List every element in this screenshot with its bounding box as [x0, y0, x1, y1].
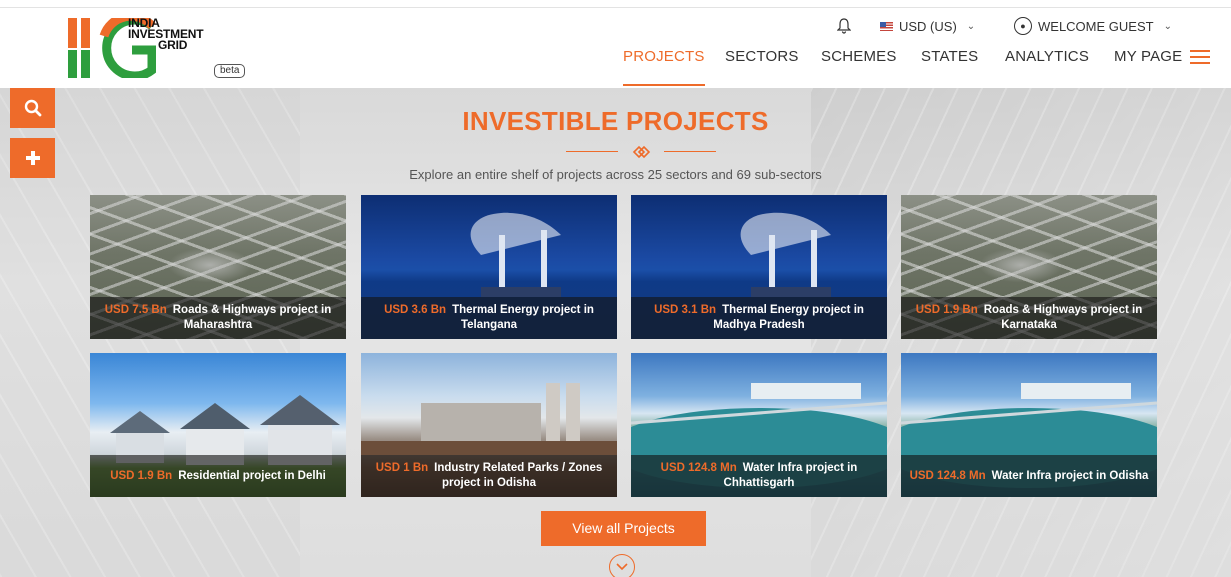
logo-bar-orange — [68, 18, 77, 48]
project-amount: USD 1 Bn — [375, 462, 429, 474]
project-card[interactable]: USD 1 Bn Industry Related Parks / Zones p… — [361, 353, 617, 497]
project-caption: USD 124.8 Mn Water Infra project in Chhat… — [631, 455, 887, 497]
currency-selector[interactable]: USD (US) ⌄ — [880, 16, 975, 36]
project-card[interactable]: USD 3.1 Bn Thermal Energy project in Madh… — [631, 195, 887, 339]
nav-sectors[interactable]: SECTORS — [725, 46, 799, 86]
user-icon: ● — [1014, 17, 1032, 35]
bell-icon — [837, 18, 851, 34]
nav-my-page[interactable]: MY PAGE — [1114, 46, 1182, 86]
project-amount: USD 124.8 Mn — [909, 469, 986, 482]
project-name: Roads & Highways project in Karnataka — [983, 304, 1143, 331]
project-caption: USD 124.8 Mn Water Infra project in Odish… — [901, 455, 1157, 497]
project-name: Water Infra project in Odisha — [991, 469, 1149, 482]
us-flag-icon — [880, 21, 893, 31]
project-name: Industry Related Parks / Zones project i… — [434, 462, 603, 489]
view-all-projects-button[interactable]: View all Projects — [541, 511, 706, 546]
projects-section: INVESTIBLE PROJECTS Explore an entire sh… — [0, 88, 1231, 577]
logo-bar-orange-2 — [81, 18, 90, 48]
nav-states[interactable]: STATES — [921, 46, 978, 86]
section-subtitle: Explore an entire shelf of projects acro… — [409, 167, 822, 182]
project-name: Water Infra project in Chhattisgarh — [723, 462, 858, 489]
scroll-down-button[interactable] — [609, 554, 635, 577]
chevron-down-icon: ⌄ — [966, 20, 976, 32]
nav-schemes[interactable]: SCHEMES — [821, 46, 897, 86]
chevron-down-icon — [616, 563, 628, 571]
project-caption: USD 3.1 Bn Thermal Energy project in Madh… — [631, 297, 887, 339]
project-caption: USD 7.5 Bn Roads & Highways project in Ma… — [90, 297, 346, 339]
project-amount: USD 1.9 Bn — [110, 469, 173, 482]
project-name: Residential project in Delhi — [178, 469, 326, 482]
project-name: Thermal Energy project in Madhya Pradesh — [713, 304, 864, 331]
diamond-ornament-icon — [632, 145, 651, 159]
top-border — [0, 0, 1231, 8]
project-card[interactable]: USD 3.6 Bn Thermal Energy project in Tela… — [361, 195, 617, 339]
nav-projects[interactable]: PROJECTS — [623, 46, 705, 86]
project-caption: USD 1.9 Bn Roads & Highways project in Ka… — [901, 297, 1157, 339]
project-amount: USD 3.6 Bn — [384, 304, 447, 316]
hamburger-icon[interactable] — [1190, 50, 1210, 64]
project-caption: USD 1 Bn Industry Related Parks / Zones p… — [361, 455, 617, 497]
project-amount: USD 124.8 Mn — [660, 462, 737, 474]
nav-analytics[interactable]: ANALYTICS — [1005, 46, 1089, 86]
project-caption: USD 3.6 Bn Thermal Energy project in Tela… — [361, 297, 617, 339]
project-card[interactable]: USD 124.8 Mn Water Infra project in Odish… — [901, 353, 1157, 497]
chevron-down-icon: ⌄ — [1163, 20, 1172, 32]
section-title: INVESTIBLE PROJECTS — [462, 106, 769, 136]
site-header: INDIA INVESTMENT GRID beta USD (US) ⌄ ● … — [0, 8, 1231, 88]
notifications-button[interactable] — [837, 16, 851, 36]
project-card[interactable]: USD 1.9 Bn Residential project in Delhi — [90, 353, 346, 497]
project-card[interactable]: USD 124.8 Mn Water Infra project in Chhat… — [631, 353, 887, 497]
main-nav: PROJECTS SECTORS SCHEMES STATES ANALYTIC… — [0, 46, 1231, 86]
project-caption: USD 1.9 Bn Residential project in Delhi — [90, 455, 346, 497]
project-name: Thermal Energy project in Telangana — [452, 304, 594, 331]
project-name: Roads & Highways project in Maharashtra — [172, 304, 332, 331]
project-card[interactable]: USD 1.9 Bn Roads & Highways project in Ka… — [901, 195, 1157, 339]
project-amount: USD 3.1 Bn — [654, 304, 717, 316]
project-amount: USD 1.9 Bn — [915, 304, 978, 316]
currency-label: USD (US) — [899, 18, 957, 34]
welcome-label: WELCOME GUEST — [1038, 18, 1154, 34]
title-divider — [566, 142, 716, 162]
project-card[interactable]: USD 7.5 Bn Roads & Highways project in Ma… — [90, 195, 346, 339]
user-menu[interactable]: ● WELCOME GUEST ⌄ — [1014, 16, 1172, 36]
plus-icon — [25, 151, 40, 165]
project-amount: USD 7.5 Bn — [104, 304, 167, 316]
